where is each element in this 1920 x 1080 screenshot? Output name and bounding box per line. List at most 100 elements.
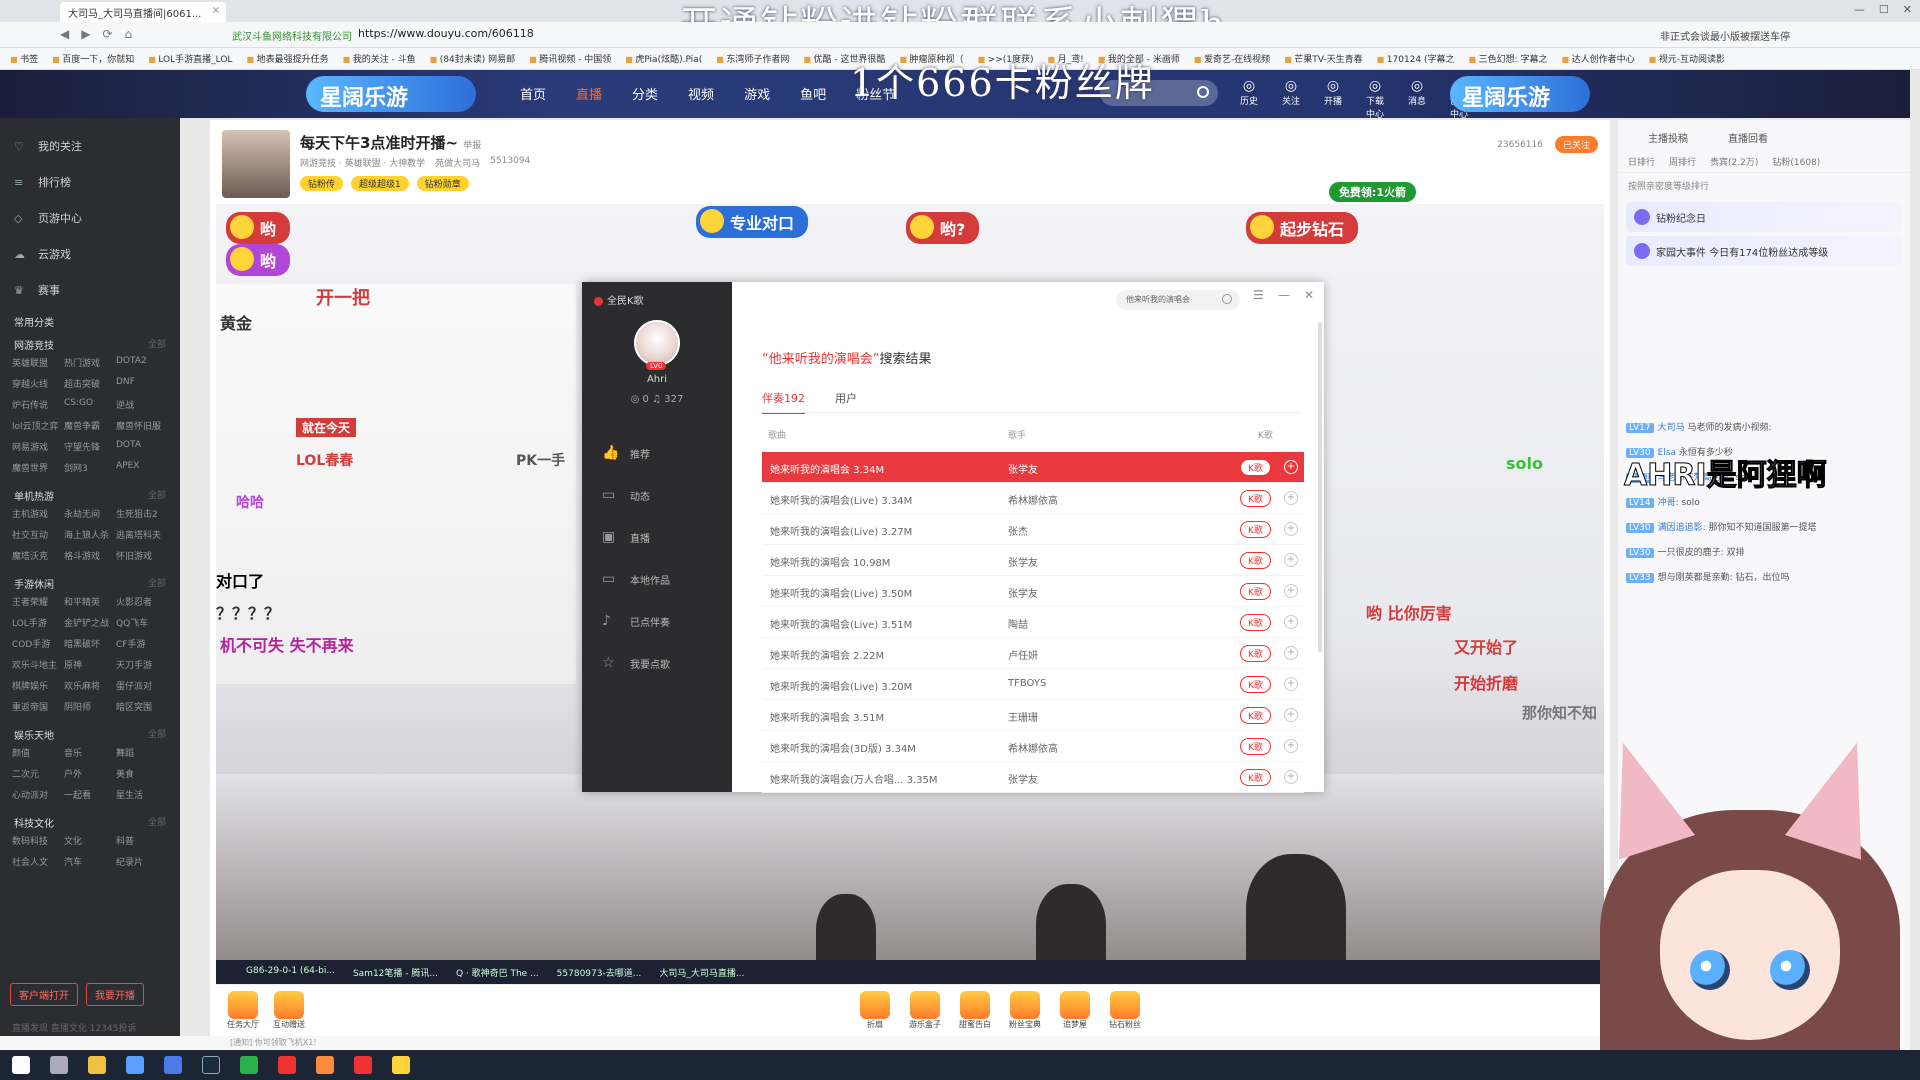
gift-item[interactable]: 游乐盒子 [906, 991, 944, 1030]
minimize-icon[interactable]: — [1854, 3, 1865, 16]
category-link[interactable]: 汽车 [64, 855, 116, 868]
header-icon-item[interactable]: ◎ 关注 [1278, 78, 1304, 120]
kge-menu-item[interactable]: ♪ 已点伴奏 [582, 600, 732, 642]
category-link[interactable]: 美食 [116, 767, 168, 780]
category-link[interactable]: CS:GO [64, 398, 116, 411]
k-song-button[interactable]: K歌 [1240, 769, 1271, 786]
windows-start-icon[interactable] [12, 1056, 30, 1074]
gift-item[interactable]: 甜蜜告白 [956, 991, 994, 1030]
gift-item[interactable]: 互动赠送 [270, 991, 308, 1030]
k-song-button[interactable]: K歌 [1240, 738, 1271, 755]
category-link[interactable]: 主机游戏 [12, 507, 64, 520]
nav-item[interactable]: 直播 [576, 84, 602, 103]
kge-menu-item[interactable]: 👍 推荐 [582, 432, 732, 474]
category-link[interactable]: 社会人文 [12, 855, 64, 868]
sidebar-item[interactable]: ♛ 赛事 [0, 272, 180, 308]
category-link[interactable]: COD手游 [12, 637, 64, 650]
category-link[interactable]: 一起看 [64, 788, 116, 801]
song-artist[interactable]: 王珊珊 [1008, 709, 1038, 724]
app-icon[interactable] [316, 1056, 334, 1074]
header-icon-item[interactable]: ◎ 开播 [1320, 78, 1346, 120]
search-icon[interactable] [1197, 86, 1209, 98]
bookmark-item[interactable]: 百度一下，你就知 [52, 52, 134, 65]
song-row[interactable]: 她来听我的演唱会(Live) 3.34M 希林娜依高 K歌 + [762, 483, 1304, 514]
add-button[interactable]: + [1284, 739, 1298, 753]
promo-banner-right[interactable]: 星阔乐游 [1450, 76, 1590, 112]
sidebar-section-title[interactable]: 娱乐天地 全部 [0, 721, 180, 744]
sidebar-item[interactable]: ≡ 排行榜 [0, 164, 180, 200]
category-link[interactable]: 暗区突围 [116, 700, 168, 713]
category-link[interactable]: 欢乐斗地主 [12, 658, 64, 671]
category-link[interactable]: 生死狙击2 [116, 507, 168, 520]
add-button[interactable]: + [1284, 584, 1298, 598]
category-link[interactable]: 穿越火线 [12, 377, 64, 390]
bookmark-item[interactable]: 视元-互动阅读影 [1649, 52, 1725, 65]
tab-accompaniment[interactable]: 伴奏192 [762, 390, 805, 414]
kge-menu-item[interactable]: ▣ 直播 [582, 516, 732, 558]
sidebar-item[interactable]: ◇ 页游中心 [0, 200, 180, 236]
song-row[interactable]: 她来听我的演唱会(3D版) 3.34M 希林娜依高 K歌 + [762, 731, 1304, 762]
tab-users[interactable]: 用户 [835, 390, 857, 414]
category-link[interactable]: 棋牌娱乐 [12, 679, 64, 692]
category-link[interactable]: CF手游 [116, 637, 168, 650]
tab-contribution[interactable]: 主播投稿 [1648, 130, 1688, 145]
notice-bar[interactable]: [通知] 你可领取飞机X1! [0, 1036, 1610, 1050]
song-artist[interactable]: 张杰 [1008, 523, 1028, 538]
streamer-avatar[interactable] [222, 130, 290, 198]
category-link[interactable]: 二次元 [12, 767, 64, 780]
category-link[interactable]: 格斗游戏 [64, 549, 116, 562]
bookmark-item[interactable]: 地表最强提升任务 [246, 52, 329, 65]
category-link[interactable]: DNF [116, 377, 168, 390]
bookmark-item[interactable]: 虎Pia(炫酷).Pia( [625, 52, 702, 65]
category-link[interactable]: DOTA2 [116, 356, 168, 369]
wechat-icon[interactable] [240, 1056, 258, 1074]
category-link[interactable]: 魔塔沃克 [12, 549, 64, 562]
bookmark-item[interactable]: 芒果TV-天生青春 [1284, 52, 1362, 65]
k-song-button[interactable]: K歌 [1240, 490, 1271, 507]
streamer-name[interactable]: 苑做大司马 [435, 156, 480, 169]
room-tag[interactable]: 钻粉传 [300, 176, 344, 191]
bookmark-item[interactable]: 我的关注 - 斗鱼 [343, 52, 416, 65]
category-link[interactable]: 颜值 [12, 746, 64, 759]
category-link[interactable]: DOTA [116, 440, 168, 453]
add-button[interactable]: + [1284, 460, 1298, 474]
menu-icon[interactable]: ☰ [1253, 288, 1264, 302]
sidebar-section-title[interactable]: 科技文化 全部 [0, 809, 180, 832]
app-icon[interactable] [392, 1056, 410, 1074]
song-row[interactable]: 她来听我的演唱会 3.34M 张学友 K歌 + [762, 452, 1304, 483]
category-link[interactable]: 海上狼人杀 [64, 528, 116, 541]
gift-item[interactable]: 任务大厅 [224, 991, 262, 1030]
bookmark-item[interactable]: (84封未读) 网易邮 [430, 52, 515, 65]
section-more[interactable]: 全部 [148, 337, 166, 352]
category-link[interactable]: 音乐 [64, 746, 116, 759]
k-song-button[interactable]: K歌 [1240, 676, 1271, 693]
song-row[interactable]: 她来听我的演唱会 3.51M 王珊珊 K歌 + [762, 700, 1304, 731]
category-link[interactable]: 文化 [64, 834, 116, 847]
free-rocket-button[interactable]: 免费领:1火箭 [1328, 182, 1416, 202]
add-button[interactable]: + [1284, 553, 1298, 567]
kge-menu-item[interactable]: ☆ 我要点歌 [582, 642, 732, 684]
kge-menu-item[interactable]: ▭ 动态 [582, 474, 732, 516]
category-link[interactable]: 魔兽世界 [12, 461, 64, 474]
chat-nickname[interactable]: 满因追追影: [1658, 523, 1709, 533]
add-button[interactable]: + [1284, 615, 1298, 629]
category-link[interactable]: 暗黑破坏 [64, 637, 116, 650]
category-link[interactable]: 纪录片 [116, 855, 168, 868]
sidebar-section-title[interactable]: 网游竞技 全部 [0, 331, 180, 354]
category-link[interactable]: 火影忍者 [116, 595, 168, 608]
bookmark-item[interactable]: 书签 [10, 52, 38, 65]
bookmark-item[interactable]: 腾讯视频 - 中国领 [529, 52, 611, 65]
song-row[interactable]: 她来听我的演唱会 2.22M 卢任妍 K歌 + [762, 638, 1304, 669]
category-link[interactable]: 星生活 [116, 788, 168, 801]
sidebar-section-title[interactable]: 单机热游 全部 [0, 482, 180, 505]
gift-item[interactable]: 折扇 [856, 991, 894, 1030]
bookmark-item[interactable]: 东湾师子作者网 [716, 52, 789, 65]
nav-item[interactable]: 鱼吧 [800, 84, 826, 103]
header-icon-item[interactable]: ◎ 历史 [1236, 78, 1262, 120]
song-artist[interactable]: 希林娜依高 [1008, 492, 1058, 507]
category-link[interactable]: 炉石传说 [12, 398, 64, 411]
rank-tab[interactable]: 日排行 [1628, 155, 1655, 172]
minimize-icon[interactable]: — [1278, 288, 1290, 302]
taskview-icon[interactable] [50, 1056, 68, 1074]
song-artist[interactable]: 张学友 [1008, 461, 1038, 476]
